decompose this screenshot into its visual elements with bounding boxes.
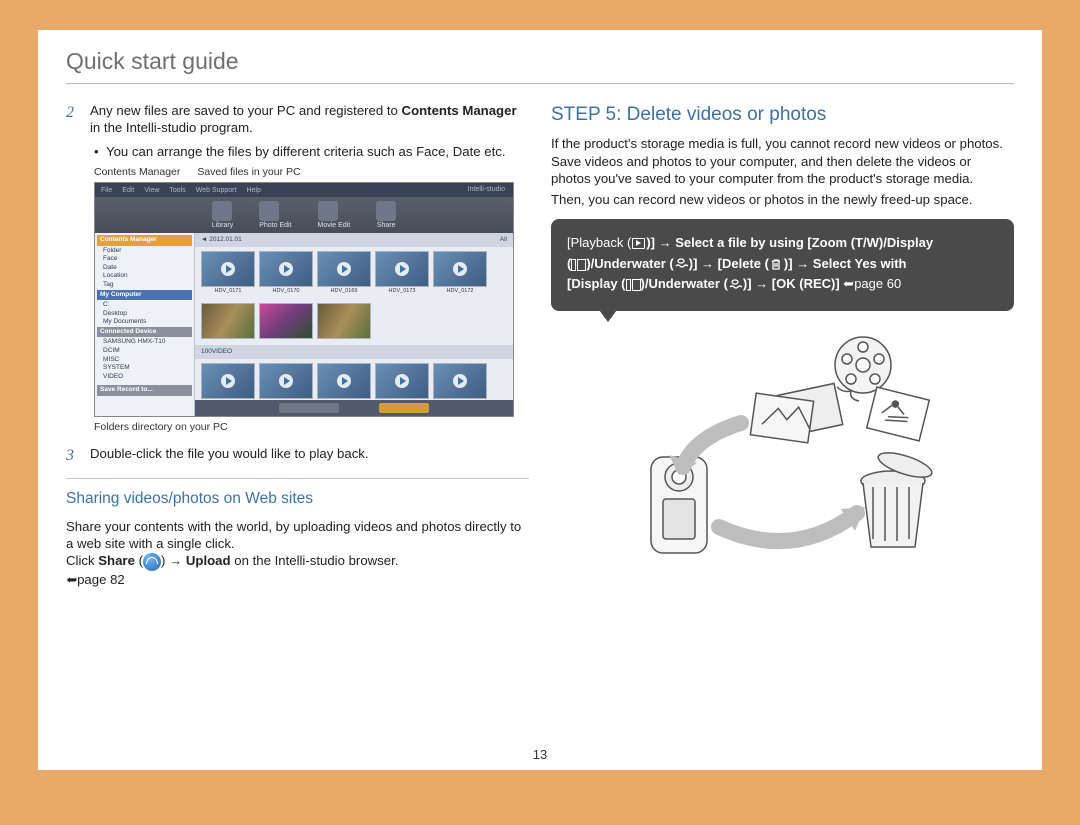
- sharing-p2: Click Share () → Upload on the Intelli-s…: [66, 552, 529, 571]
- section-divider: [66, 478, 529, 479]
- bullet-list: You can arrange the files by different c…: [66, 143, 529, 160]
- right-column: STEP 5: Delete videos or photos If the p…: [551, 102, 1014, 588]
- left-column: 2 Any new files are saved to your PC and…: [66, 102, 529, 588]
- sharing-page-ref: ➥page 82: [66, 571, 529, 588]
- share-icon: [143, 553, 161, 571]
- two-column-layout: 2 Any new files are saved to your PC and…: [66, 102, 1014, 588]
- instruction-callout: [Playback ()] → Select a file by using […: [551, 219, 1014, 311]
- ss-sidebar: Contents Manager Folder Face Date Locati…: [95, 233, 195, 416]
- step-number: 2: [66, 102, 80, 137]
- step-2: 2 Any new files are saved to your PC and…: [66, 102, 529, 137]
- playback-icon: [631, 237, 646, 250]
- bullet-item: You can arrange the files by different c…: [94, 143, 529, 160]
- ss-main: ◄ 2012.01.01All HDV_0171 HDV_0170 HDV_01…: [195, 233, 513, 416]
- horizontal-rule: [66, 83, 1014, 84]
- delete-icon: [769, 258, 784, 271]
- step-number: 3: [66, 445, 80, 466]
- step5-p2: Then, you can record new videos or photo…: [551, 191, 1014, 208]
- page-pointer-icon: ➥: [843, 274, 854, 295]
- display-icon: [571, 258, 586, 271]
- underwater-icon: [728, 278, 743, 291]
- screenshot-caption-top: Contents Manager Saved files in your PC: [66, 166, 529, 180]
- step5-heading: STEP 5: Delete videos or photos: [551, 102, 1014, 127]
- page-title: Quick start guide: [66, 48, 1014, 75]
- display-icon: [626, 278, 641, 291]
- sharing-heading: Sharing videos/photos on Web sites: [66, 489, 529, 509]
- step-text: Double-click the file you would like to …: [90, 445, 369, 466]
- step5-p1: If the product's storage media is full, …: [551, 135, 1014, 187]
- page-pointer-icon: ➥: [66, 571, 77, 588]
- step-3: 3 Double-click the file you would like t…: [66, 445, 529, 466]
- step-text: Any new files are saved to your PC and r…: [90, 102, 529, 137]
- manual-page: Quick start guide 2 Any new files are sa…: [38, 30, 1042, 770]
- ss-toolbar: Library Photo Edit Movie Edit Share: [95, 197, 513, 233]
- sharing-p1: Share your contents with the world, by u…: [66, 518, 529, 553]
- screenshot-caption-bottom: Folders directory on your PC: [66, 421, 529, 435]
- page-number: 13: [38, 747, 1042, 762]
- delete-illustration: [593, 327, 973, 567]
- intelli-studio-screenshot: FileEditViewToolsWeb SupportHelp Intelli…: [94, 182, 514, 417]
- underwater-icon: [674, 258, 689, 271]
- ss-menubar: FileEditViewToolsWeb SupportHelp Intelli…: [95, 183, 513, 197]
